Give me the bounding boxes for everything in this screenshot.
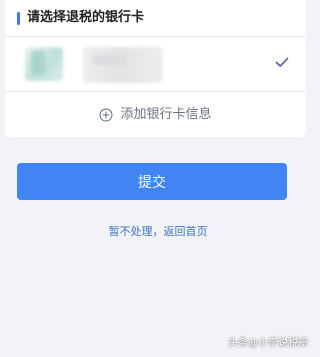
section-title: 请选择退税的银行卡: [27, 10, 145, 25]
bank-card-info-redacted: [83, 47, 163, 83]
add-bank-card-button[interactable]: 添加银行卡信息: [5, 92, 306, 137]
skip-return-home-link[interactable]: 暂不处理，返回首页: [0, 224, 316, 240]
bank-logo: [25, 47, 63, 81]
section-header: 请选择退税的银行卡: [5, 0, 306, 37]
tax-refund-bank-page: 请选择退税的银行卡 添加银行卡信息 提交 暂不处理，返回首页 头条@小李说税新: [0, 0, 316, 357]
watermark: 头条@小李说税新: [228, 338, 308, 349]
check-icon: [275, 57, 289, 67]
bank-card-section: 请选择退税的银行卡 添加银行卡信息: [5, 0, 306, 137]
section-accent-bar: [17, 12, 20, 25]
add-bank-card-label: 添加银行卡信息: [120, 106, 212, 122]
bank-card-option[interactable]: [5, 37, 306, 92]
plus-circle-icon: [100, 108, 113, 121]
submit-button[interactable]: 提交: [17, 163, 287, 200]
